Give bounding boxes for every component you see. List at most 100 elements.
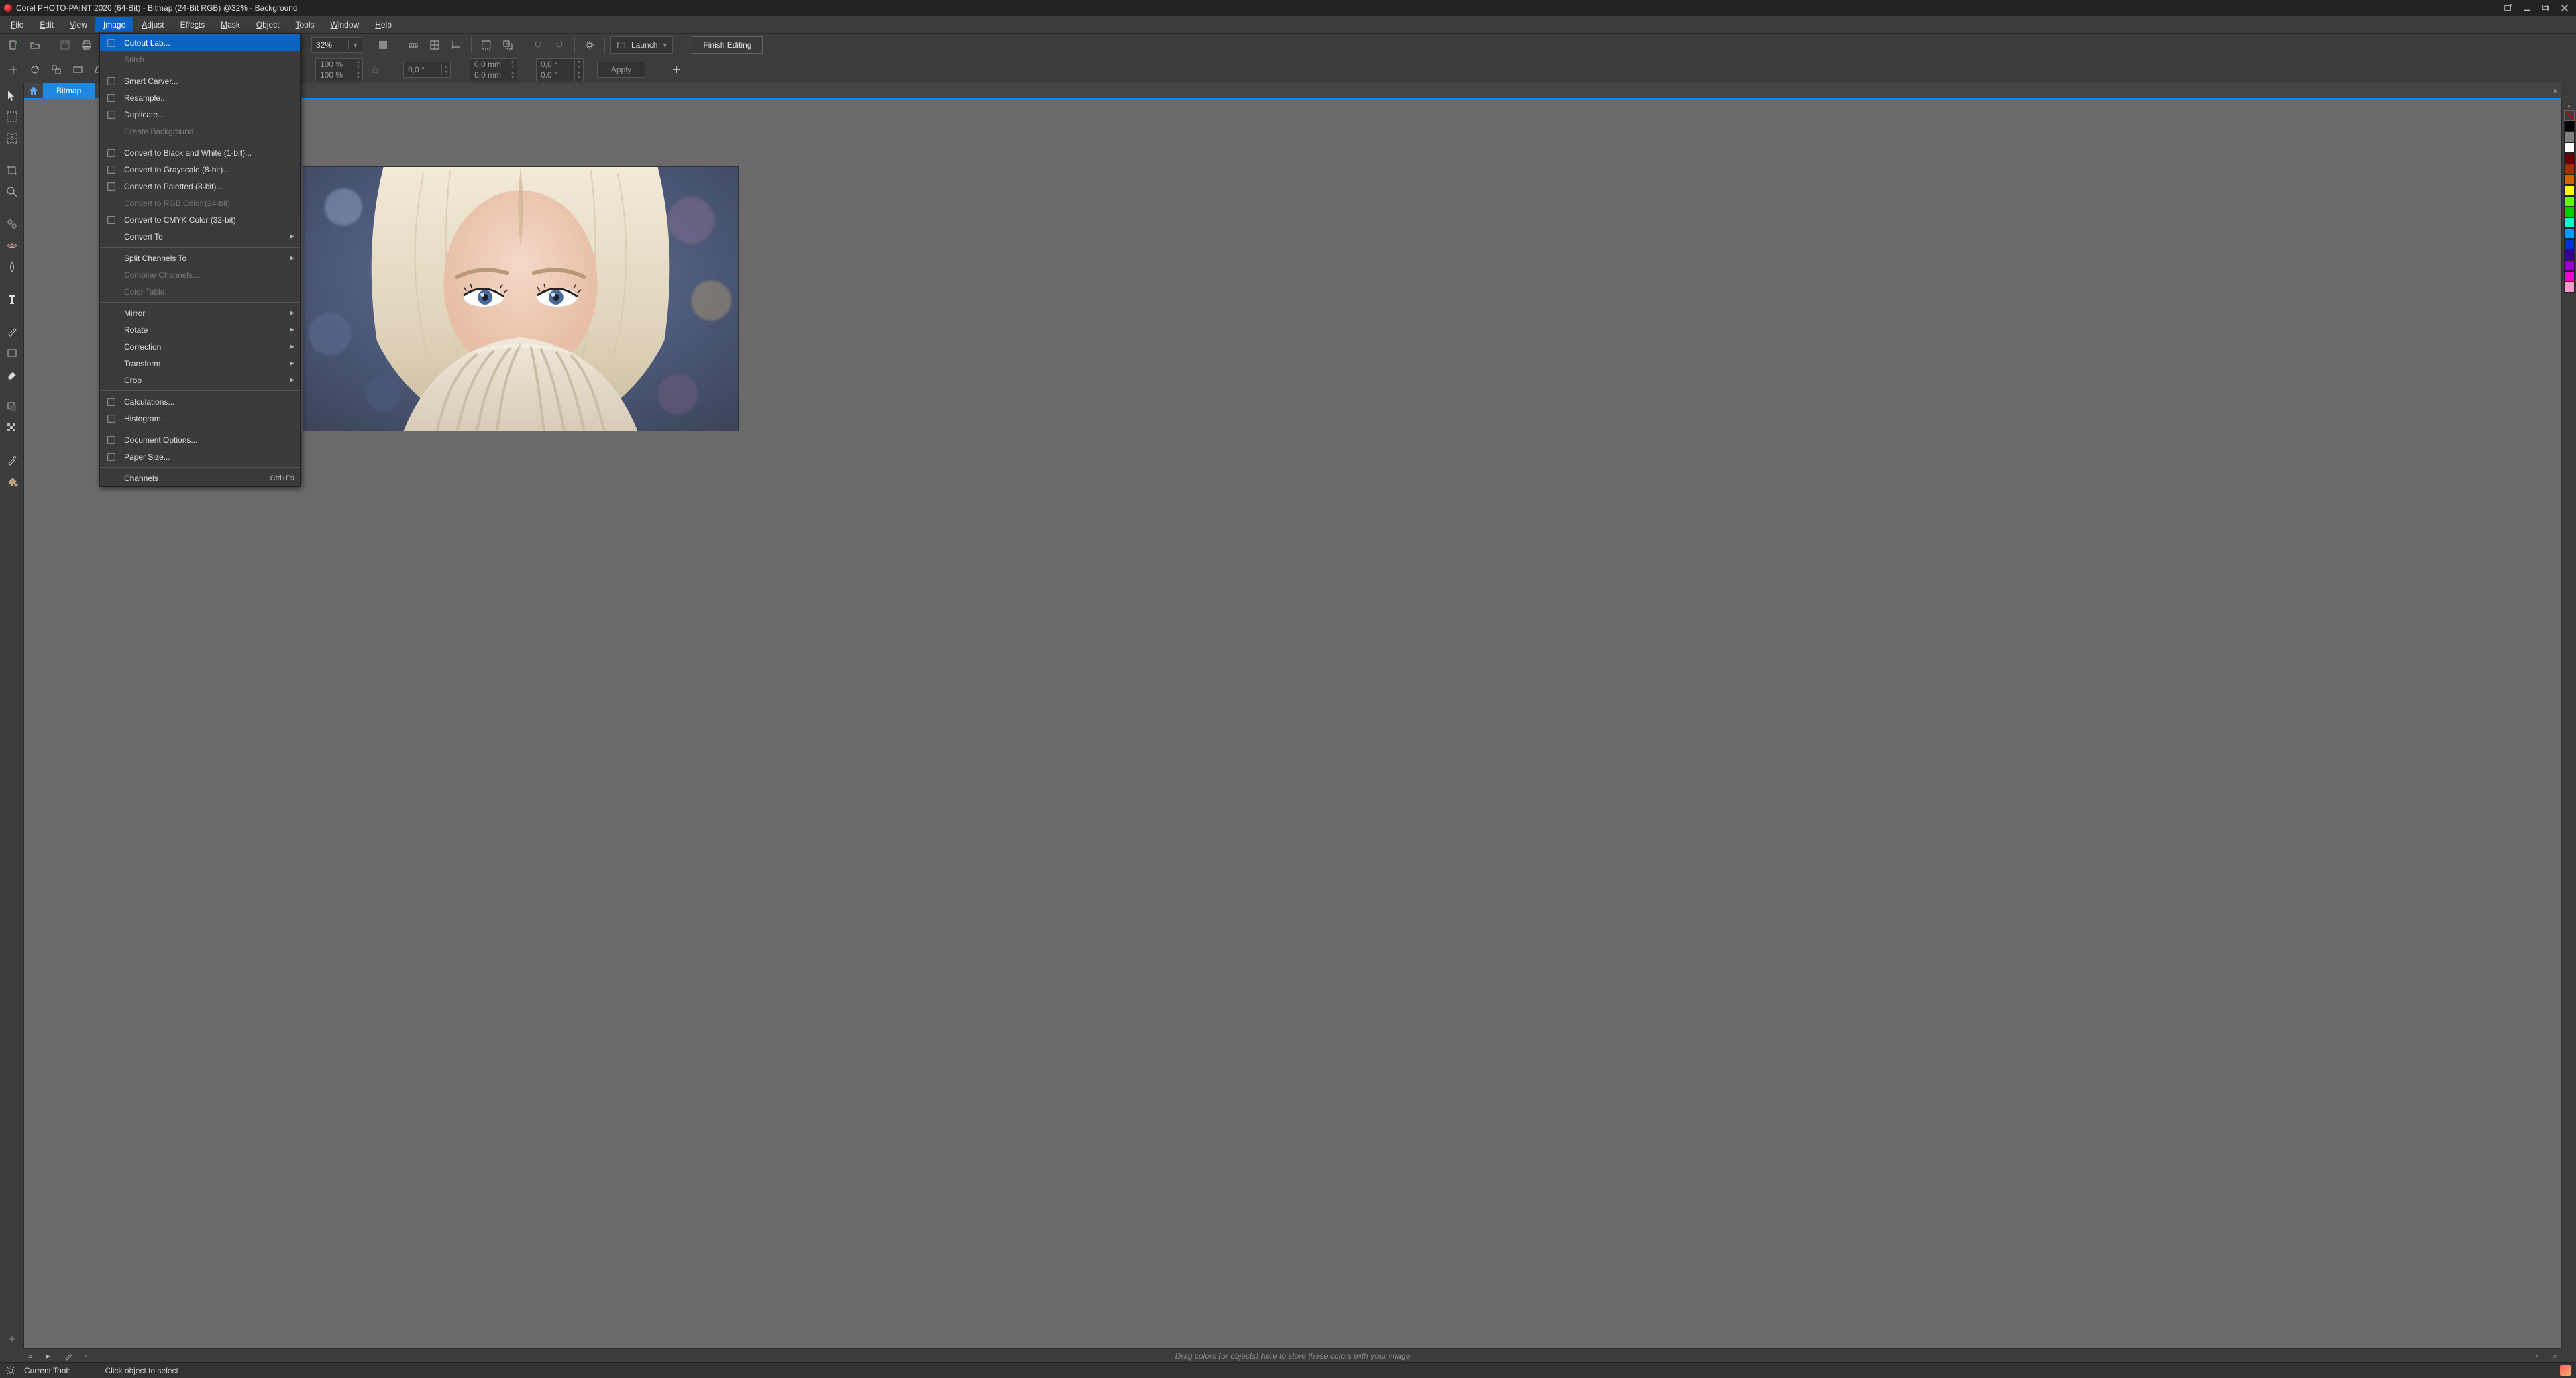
position-mode-button[interactable] (4, 60, 23, 79)
save-button[interactable] (56, 36, 74, 54)
menu-item[interactable]: Resample... (100, 89, 300, 106)
color-swatch[interactable] (2564, 142, 2575, 153)
menu-tools[interactable]: Tools (288, 17, 323, 32)
add-preset-button[interactable] (667, 60, 686, 79)
mask-transform-tool[interactable] (3, 129, 21, 148)
redo-button[interactable] (550, 36, 569, 54)
menu-image[interactable]: Image (95, 17, 133, 32)
share-icon[interactable] (2501, 1, 2516, 15)
minimize-button[interactable] (2520, 1, 2534, 15)
palette-up-icon[interactable]: ▴ (2563, 102, 2575, 110)
menu-item[interactable]: Document Options... (100, 431, 300, 448)
clone-tool[interactable] (3, 215, 21, 233)
text-tool[interactable] (3, 290, 21, 309)
position-spinners[interactable]: 0,0 mm▴▾ 0,0 mm▴▾ (470, 58, 517, 81)
color-swatch[interactable] (2564, 185, 2575, 196)
pencil-icon[interactable] (64, 1351, 73, 1361)
play-icon[interactable]: ▸ (46, 1351, 50, 1361)
color-drag-bar[interactable]: » ▸ ‹ Drag colors (or objects) here to s… (24, 1348, 2561, 1362)
menu-file[interactable]: File (3, 17, 32, 32)
color-swatch[interactable] (2564, 207, 2575, 217)
finish-editing-button[interactable]: Finish Editing (692, 36, 763, 54)
apply-button[interactable]: Apply (597, 62, 645, 78)
expand-right-icon[interactable]: » (2553, 1351, 2557, 1361)
menu-adjust[interactable]: Adjust (133, 17, 172, 32)
menu-effects[interactable]: Effects (172, 17, 213, 32)
brush-tool[interactable] (3, 322, 21, 341)
menu-item[interactable]: Crop▶ (100, 372, 300, 388)
color-swatch[interactable] (2564, 271, 2575, 282)
expand-icon[interactable]: » (28, 1351, 33, 1361)
color-swatch[interactable] (2564, 174, 2575, 185)
new-button[interactable] (4, 36, 23, 54)
pick-tool[interactable] (3, 86, 21, 105)
image-canvas[interactable] (303, 166, 739, 431)
menu-help[interactable]: Help (367, 17, 400, 32)
color-swatch[interactable] (2564, 282, 2575, 293)
menu-item[interactable]: Histogram... (100, 410, 300, 427)
print-button[interactable] (77, 36, 96, 54)
mask-overlay-button[interactable] (498, 36, 517, 54)
menu-view[interactable]: View (62, 17, 95, 32)
menu-item[interactable]: Convert to Grayscale (8-bit)... (100, 161, 300, 178)
launch-combo[interactable]: Launch ▾ (610, 36, 673, 54)
lock-ratio-button[interactable] (366, 60, 384, 79)
menu-item[interactable]: Cutout Lab... (100, 34, 300, 51)
fullscreen-button[interactable] (374, 36, 392, 54)
chevron-down-icon[interactable]: ▾ (348, 40, 362, 50)
red-eye-tool[interactable] (3, 236, 21, 255)
color-swatch[interactable] (2564, 196, 2575, 207)
color-swatch[interactable] (2564, 121, 2575, 131)
color-swatch[interactable] (2564, 217, 2575, 228)
transparency-tool[interactable] (3, 419, 21, 437)
menu-item[interactable]: Convert to Paletted (8-bit)... (100, 178, 300, 195)
menu-item[interactable]: ChannelsCtrl+F9 (100, 470, 300, 486)
chevron-left-icon[interactable]: ‹ (85, 1351, 88, 1361)
scale-spinners[interactable]: 100 %▴▾ 100 %▴▾ (315, 58, 363, 81)
grid-button[interactable] (425, 36, 444, 54)
crop-tool[interactable] (3, 161, 21, 180)
size-mode-button[interactable] (68, 60, 87, 79)
menu-item[interactable]: Split Channels To▶ (100, 250, 300, 266)
menu-item[interactable]: Rotate▶ (100, 321, 300, 338)
guidelines-button[interactable] (447, 36, 466, 54)
color-swatch[interactable] (2564, 131, 2575, 142)
menu-edit[interactable]: Edit (32, 17, 62, 32)
gear-icon[interactable] (5, 1365, 16, 1376)
zoom-tool[interactable] (3, 182, 21, 201)
undo-button[interactable] (529, 36, 547, 54)
mask-visible-button[interactable] (477, 36, 496, 54)
menu-item[interactable]: Duplicate... (100, 106, 300, 123)
dropshadow-tool[interactable] (3, 397, 21, 416)
document-tab[interactable]: Bitmap (43, 83, 95, 98)
menu-item[interactable]: Convert To▶ (100, 228, 300, 245)
fill-tool[interactable] (3, 472, 21, 491)
menu-item[interactable]: Paper Size... (100, 448, 300, 465)
menu-item[interactable]: Correction▶ (100, 338, 300, 355)
menu-item[interactable]: Convert to CMYK Color (32-bit) (100, 211, 300, 228)
open-button[interactable] (25, 36, 44, 54)
menu-mask[interactable]: Mask (213, 17, 248, 32)
ruler-button[interactable] (404, 36, 423, 54)
options-button[interactable] (580, 36, 599, 54)
home-tab[interactable] (24, 83, 43, 98)
color-swatch[interactable] (2564, 153, 2575, 164)
menu-item[interactable]: Smart Carver... (100, 72, 300, 89)
color-swatch[interactable] (2564, 250, 2575, 260)
eraser-tool[interactable] (3, 365, 21, 384)
scale-mode-button[interactable] (47, 60, 66, 79)
rectangle-mask-tool[interactable] (3, 107, 21, 126)
skew-spinners[interactable]: 0,0 °▴▾ 0,0 °▴▾ (536, 58, 584, 81)
zoom-combo[interactable]: ▾ (311, 37, 362, 53)
menu-item[interactable]: Calculations... (100, 393, 300, 410)
eyedropper-tool[interactable] (3, 451, 21, 470)
rotate-mode-button[interactable] (25, 60, 44, 79)
color-swatch[interactable] (2564, 260, 2575, 271)
menu-item[interactable]: Convert to Black and White (1-bit)... (100, 144, 300, 161)
liquid-tool[interactable] (3, 258, 21, 276)
menu-window[interactable]: Window (323, 17, 368, 32)
maximize-button[interactable] (2538, 1, 2553, 15)
canvas-workarea[interactable] (24, 99, 2561, 1348)
menu-item[interactable]: Transform▶ (100, 355, 300, 372)
angle-spinner[interactable]: 0,0 °▴▾ (403, 62, 451, 78)
